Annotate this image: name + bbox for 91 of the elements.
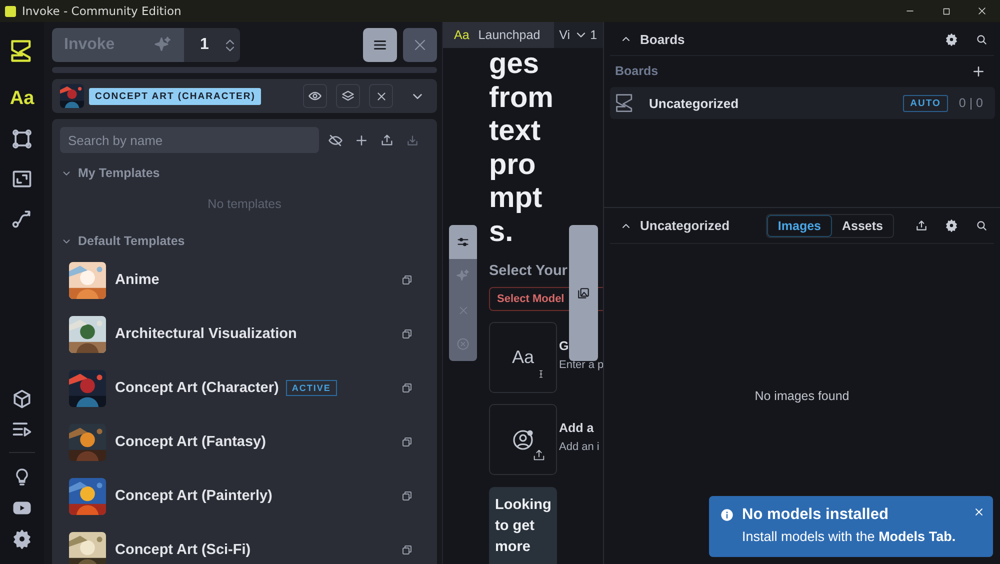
- list-label: Boards: [615, 64, 658, 78]
- user-circle-icon: [511, 428, 535, 452]
- copy-icon: [401, 436, 413, 448]
- gallery-icon: [577, 286, 590, 300]
- layers-button[interactable]: [336, 84, 360, 108]
- toast-title: No models installed: [742, 506, 890, 524]
- copy-icon: [401, 490, 413, 502]
- app-icon: [5, 6, 16, 16]
- route-icon: [11, 208, 33, 230]
- promo-text: Looking to get more: [495, 496, 551, 557]
- template-name[interactable]: Anime: [115, 272, 160, 288]
- settings-icon: [944, 32, 958, 46]
- expand-icon: [11, 168, 33, 190]
- sparkle-icon: [456, 269, 470, 283]
- toast-message: Install models with the Models Tab.: [742, 529, 957, 544]
- upload-icon: [380, 133, 394, 147]
- close-icon: [973, 506, 985, 518]
- layers-icon: [341, 89, 355, 103]
- template-name[interactable]: Concept Art (Painterly): [115, 488, 272, 504]
- settings-toggle[interactable]: [449, 225, 477, 259]
- card-text: Add an i: [559, 441, 600, 453]
- plus-icon: [970, 64, 986, 78]
- menu-button[interactable]: [363, 28, 397, 62]
- option-card[interactable]: Aa: [489, 322, 557, 393]
- section-title[interactable]: Default Templates: [78, 234, 185, 248]
- gallery-tab[interactable]: Images: [766, 214, 832, 236]
- text-glyph: Aa: [512, 347, 534, 368]
- section-title[interactable]: Uncategorized: [640, 218, 730, 233]
- board-row[interactable]: Uncategorized AUTO 0 | 0: [610, 87, 995, 119]
- upload-icon: [532, 448, 546, 462]
- active-badge: ACTIVE: [286, 380, 337, 396]
- maximize-icon[interactable]: [940, 6, 952, 16]
- copy-icon: [401, 382, 413, 394]
- upload-icon: [914, 219, 928, 232]
- option-card[interactable]: [489, 404, 557, 475]
- template-name[interactable]: Concept Art (Fantasy): [115, 434, 266, 450]
- info-icon: [720, 508, 734, 522]
- board-name: Uncategorized: [649, 96, 739, 110]
- clear-button[interactable]: [369, 84, 393, 108]
- increment-icon: [226, 38, 234, 44]
- decrement-icon: [226, 46, 234, 52]
- section-title[interactable]: Boards: [640, 32, 685, 46]
- nodes-icon: [11, 128, 33, 150]
- section-title[interactable]: My Templates: [78, 166, 160, 180]
- tab-count[interactable]: 1: [590, 28, 598, 42]
- empty-message: No images found: [754, 389, 850, 403]
- auto-badge: AUTO: [903, 94, 948, 112]
- sparkle-icon: [154, 36, 172, 54]
- gallery-tab[interactable]: Assets: [832, 214, 893, 236]
- settings-icon: [944, 219, 958, 232]
- copy-button[interactable]: [401, 382, 413, 394]
- search-icon: [974, 219, 988, 232]
- sliders-icon: [456, 235, 470, 249]
- section-heading: Select Your: [489, 263, 568, 279]
- plus-icon: [354, 132, 369, 148]
- cancel-button[interactable]: [403, 28, 437, 62]
- copy-button[interactable]: [401, 436, 413, 448]
- card-title: Add a: [559, 421, 595, 435]
- copy-icon: [401, 274, 413, 286]
- copy-button[interactable]: [401, 490, 413, 502]
- card-title: G: [559, 339, 570, 353]
- board-count: 0 | 0: [958, 96, 983, 110]
- search-field[interactable]: Search by name: [60, 127, 320, 153]
- copy-button[interactable]: [401, 328, 413, 340]
- search-icon: [974, 32, 988, 46]
- copy-icon: [401, 328, 413, 340]
- settings-icon: [12, 529, 32, 549]
- window-title: Invoke - Community Edition: [22, 4, 182, 18]
- empty-message: No templates: [206, 197, 282, 211]
- close-icon[interactable]: [976, 5, 988, 17]
- panel-tab[interactable]: Vi: [554, 22, 574, 48]
- view-button[interactable]: [303, 84, 327, 108]
- headline: ges from text prompts.: [489, 48, 554, 249]
- rail-tab[interactable]: Aa: [5, 82, 39, 116]
- cancel-icon: [456, 337, 470, 351]
- cube-icon: [11, 388, 33, 410]
- copy-button[interactable]: [401, 544, 413, 556]
- eye-off-icon: [328, 132, 344, 148]
- preset-badge: CONCEPT ART (CHARACTER): [89, 88, 262, 104]
- copy-icon: [401, 544, 413, 556]
- template-name[interactable]: Concept Art (Character): [115, 380, 279, 396]
- download-icon: [406, 134, 419, 146]
- eye-icon: [308, 89, 322, 103]
- template-name[interactable]: Concept Art (Sci-Fi): [115, 542, 251, 558]
- gallery-toggle[interactable]: [569, 225, 598, 361]
- template-name[interactable]: Architectural Visualization: [115, 326, 297, 342]
- iterations-field[interactable]: 1: [184, 28, 240, 62]
- close-icon: [374, 90, 388, 102]
- panel-tab[interactable]: Aa Launchpad: [443, 22, 554, 48]
- copy-button[interactable]: [401, 274, 413, 286]
- card-text: Enter a p: [559, 359, 603, 371]
